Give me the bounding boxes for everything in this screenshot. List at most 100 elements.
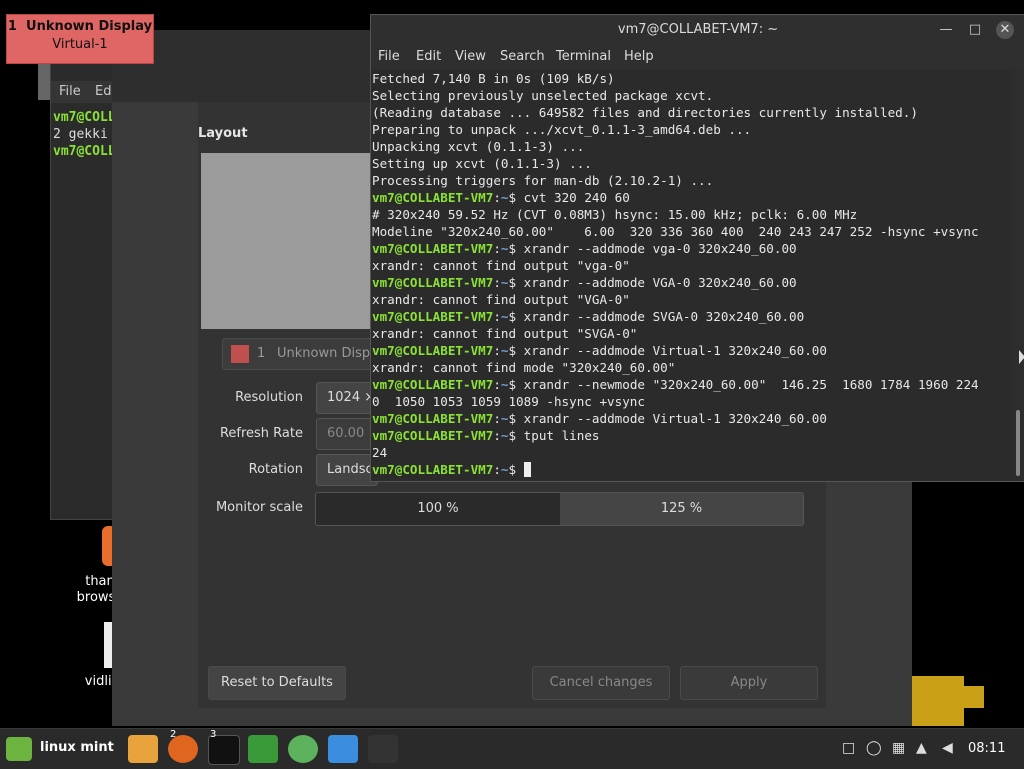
rotation-value: Landsc [327,462,373,477]
background-terminal-output: vm7@COLL 2 gekki vm7@COLL [53,109,116,160]
terminal-output-line: (Reading database ... 649582 files and d… [372,105,918,120]
terminal-command-line: vm7@COLLABET-VM7:~$ xrandr --addmode vga… [372,241,797,256]
bg-menu-edit[interactable]: Ed [95,84,111,99]
vidlii-desktop-icon[interactable] [104,622,112,668]
rotation-label: Rotation [248,462,303,477]
badge-number: 1 [7,19,17,34]
scale-100-button[interactable]: 100 % [316,493,560,525]
clipboard-icon[interactable]: ▦ [892,740,905,756]
menu-edit[interactable]: Edit [416,49,441,64]
prompt-path: ~ [500,462,509,477]
refresh-rate-combo[interactable]: 60.00 [316,418,378,450]
menu-view[interactable]: View [455,49,486,64]
refresh-rate-label: Refresh Rate [219,426,303,441]
network-app-icon[interactable] [288,735,318,763]
prompt-path: ~ [500,275,509,290]
terminal-command-line: vm7@COLLABET-VM7:~$ xrandr --addmode Vir… [372,411,827,426]
terminal-output-line: xrandr: cannot find output "vga-0" [372,258,630,273]
text-cursor [523,462,531,477]
terminal-command-line: vm7@COLLABET-VM7:~$ cvt 320 240 60 [372,190,630,205]
menu-search[interactable]: Search [500,49,545,64]
mouse-pointer-icon [1019,350,1024,364]
terminal-command-line: vm7@COLLABET-VM7:~$ xrandr --addmode SVG… [372,309,805,324]
terminal-output[interactable]: Fetched 7,140 B in 0s (109 kB/s) Selectin… [371,70,1011,480]
prompt-user: vm7@COLLABET-VM7 [372,343,494,358]
prompt-path: ~ [500,241,509,256]
terminal-menubar: File Edit View Search Terminal Help [371,45,1024,69]
terminal-command-line: vm7@COLLABET-VM7:~$ xrandr --addmode Vir… [372,343,827,358]
files-folder-icon[interactable] [128,735,158,763]
shield-app-icon[interactable] [248,735,278,763]
close-icon[interactable]: ✕ [996,21,1014,39]
bg-menu-file[interactable]: File [59,84,81,99]
display-identify-badge: 1 Unknown Display Virtual-1 [6,14,154,64]
clock[interactable]: 08:11 [968,741,1005,756]
terminal-output-line: xrandr: cannot find output "VGA-0" [372,292,630,307]
menu-help[interactable]: Help [624,49,654,64]
cancel-changes-button[interactable]: Cancel changes [532,666,670,700]
move-tool-icon[interactable] [368,735,398,763]
reset-to-defaults-button[interactable]: Reset to Defaults [208,666,346,700]
network-icon[interactable]: ▲ [916,740,927,756]
bg-output-line: 2 gekki [53,127,108,142]
refresh-rate-value: 60.00 [327,426,365,441]
prompt-path: ~ [500,377,509,392]
document-viewer-icon[interactable] [328,735,358,763]
prompt-user: vm7@COLLABET-VM7 [372,411,494,426]
badge-output: Virtual-1 [52,37,108,52]
resolution-combo[interactable]: 1024 × [316,382,378,414]
menu-label[interactable]: linux mint [40,740,114,755]
terminal-scrollbar[interactable] [1016,410,1020,476]
prompt-path: ~ [500,309,509,324]
terminal-output-line: xrandr: cannot find output "SVGA-0" [372,326,638,341]
terminal-command-line: vm7@COLLABET-VM7:~$ xrandr --newmode "32… [372,377,979,392]
bg-prompt: vm7@COLL [53,110,116,125]
rotation-combo[interactable]: Landsc [316,454,378,486]
prompt-user: vm7@COLLABET-VM7 [372,309,494,324]
monitor-scale-toggle: 100 % 125 % [315,492,804,526]
resolution-label: Resolution [235,390,303,405]
terminal-output-line: xrandr: cannot find mode "320x240_60.00" [372,360,676,375]
terminal-output-line: Selecting previously unselected package … [372,88,714,103]
layout-heading: Layout [198,126,248,141]
terminal-output-line: Processing triggers for man-db (2.10.2-1… [372,173,714,188]
terminal-output-line: Unpacking xcvt (0.1.1-3) ... [372,139,585,154]
terminal-command-line: vm7@COLLABET-VM7:~$ tput lines [372,428,600,443]
badge-title: 1 Unknown Display [7,19,153,34]
prompt-user: vm7@COLLABET-VM7 [372,428,494,443]
notification-icon[interactable]: □ [842,740,855,756]
terminal-window-count: 3 [210,729,217,740]
prompt-path: ~ [500,411,509,426]
menu-terminal[interactable]: Terminal [556,49,611,64]
prompt-user: vm7@COLLABET-VM7 [372,241,494,256]
taskbar: linux mint 2 3 □ ◯ ▦ ▲ ◀ 08:11 [0,728,1024,769]
menu-file[interactable]: File [378,49,400,64]
prompt-path: ~ [500,428,509,443]
terminal-output-line: Preparing to unpack .../xcvt_0.1.1-3_amd… [372,122,752,137]
prompt-user: vm7@COLLABET-VM7 [372,377,494,392]
terminal-output-line: Modeline "320x240_60.00" 6.00 320 336 36… [372,224,979,239]
monitor-scale-label: Monitor scale [215,500,303,515]
monitor-number: 1 [257,346,266,361]
mint-menu-icon[interactable] [6,737,32,761]
monitor-selector[interactable]: 1 Unknown Displ [222,338,384,370]
terminal-window[interactable]: vm7@COLLABET-VM7: ~ — □ ✕ File Edit View… [370,14,1024,482]
prompt-path: ~ [500,190,509,205]
monitor-layout-preview[interactable] [201,153,371,329]
scale-125-button[interactable]: 125 % [560,493,803,525]
volume-icon[interactable]: ◀ [942,740,953,756]
terminal-command-line: vm7@COLLABET-VM7:~$ xrandr --addmode VGA… [372,275,797,290]
background-terminal-menubar: File Ed [51,81,121,103]
security-shield-icon[interactable]: ◯ [866,740,882,756]
minimize-icon[interactable]: — [937,21,955,39]
prompt-user: vm7@COLLABET-VM7 [372,190,494,205]
terminal-output-line: 24 [372,445,388,460]
terminal-output-line: # 320x240 59.52 Hz (CVT 0.08M3) hsync: 1… [372,207,858,222]
resolution-value: 1024 × [327,390,376,405]
prompt-user: vm7@COLLABET-VM7 [372,462,494,477]
maximize-icon[interactable]: □ [966,21,984,39]
monitor-name: Unknown Displ [277,346,374,361]
terminal-output-line: Setting up xcvt (0.1.1-3) ... [372,156,592,171]
apply-button[interactable]: Apply [680,666,818,700]
terminal-titlebar[interactable]: vm7@COLLABET-VM7: ~ — □ ✕ [371,15,1024,45]
